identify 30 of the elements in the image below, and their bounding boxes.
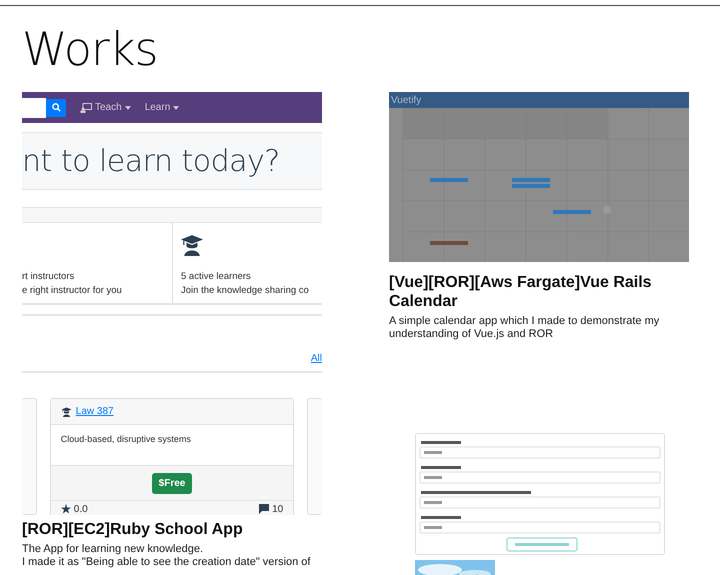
work-description: The App for learning new knowledge. (22, 543, 204, 556)
graduation-cap-icon (60, 406, 72, 416)
nav-menu[interactable]: Teach (80, 102, 131, 113)
feature-text: e right instructor for you (22, 284, 123, 298)
work-description: I made it as "Being able to see the creation date" version of (22, 556, 312, 569)
price-button[interactable]: $Free (152, 472, 192, 494)
feature-title: 5 active learners (181, 270, 252, 284)
caret-icon (173, 106, 180, 110)
work-title: [ROR][EC2]Ruby School App (22, 520, 244, 539)
teacher-board-icon (80, 102, 92, 112)
search-icon (52, 103, 60, 112)
rating-text: 0.0 (74, 504, 88, 514)
hero-heading: nt to learn today? (22, 144, 280, 178)
page-title: Works (22, 23, 158, 75)
nav-menu[interactable]: Learn (144, 102, 180, 113)
app-brand: Vuetify (391, 94, 422, 106)
course-link[interactable]: Law 387 (76, 406, 114, 417)
work-title: [Vue][ROR][Aws Fargate]Vue Rails Calendar (389, 273, 653, 311)
all-link[interactable]: All (310, 353, 322, 369)
search-button[interactable] (46, 98, 66, 116)
feature-text: Join the knowledge sharing co (181, 284, 310, 298)
comment-icon (259, 504, 270, 514)
feature-title: rt instructors (22, 270, 76, 284)
search-field[interactable] (22, 98, 46, 118)
count-text: 10 (272, 504, 284, 514)
course-description: Cloud-based, disruptive systems (60, 434, 191, 444)
star-icon (60, 504, 71, 514)
graduation-cap-icon (181, 234, 203, 256)
caret-icon (124, 106, 131, 110)
work-description: A simple calendar app which I made to demonstrate my understanding of Vue.js and ROR (389, 315, 660, 341)
